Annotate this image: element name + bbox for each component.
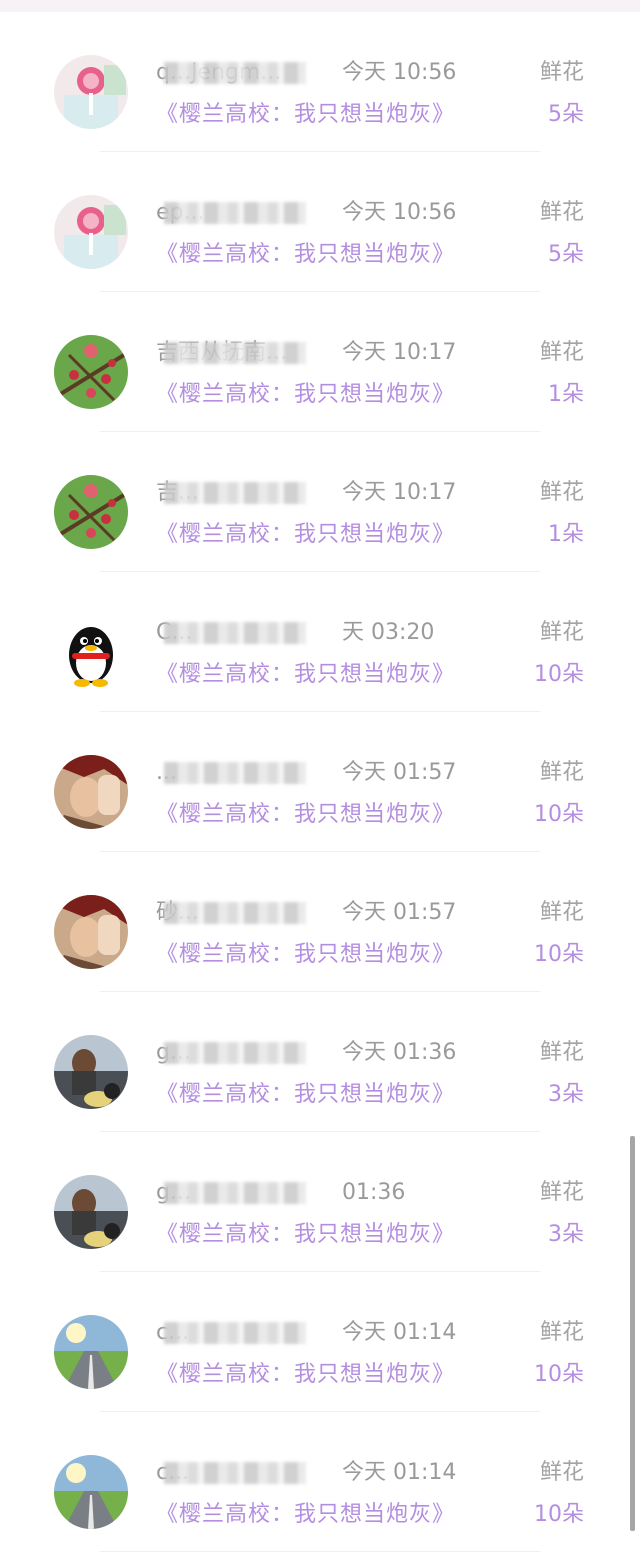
gift-quantity: 10朵 [534, 1502, 584, 1527]
gift-quantity: 10朵 [534, 802, 584, 827]
gift-record-row[interactable]: ep... 今天 10:56 鲜花 《樱兰高校：我只想当炮灰》 5朵 [0, 152, 640, 292]
gift-type-label: 鲜花 [539, 760, 584, 785]
gift-type-label: 鲜花 [539, 60, 584, 85]
timestamp: 今天 01:36 [342, 1040, 457, 1065]
username[interactable]: q...Jengm... [156, 56, 326, 90]
timestamp: 今天 01:14 [342, 1320, 457, 1345]
gift-type-label: 鲜花 [539, 900, 584, 925]
book-title-link[interactable]: 《樱兰高校：我只想当炮灰》 [156, 1358, 455, 1392]
book-title-link[interactable]: 《樱兰高校：我只想当炮灰》 [156, 1218, 455, 1252]
gift-record-row[interactable]: 吉西从抚南... 今天 10:17 鲜花 《樱兰高校：我只想当炮灰》 1朵 [0, 292, 640, 432]
book-title-link[interactable]: 《樱兰高校：我只想当炮灰》 [156, 798, 455, 832]
username[interactable]: C... [156, 616, 326, 650]
username[interactable]: ... [156, 756, 326, 790]
timestamp: 今天 01:14 [342, 1460, 457, 1485]
book-title-link[interactable]: 《樱兰高校：我只想当炮灰》 [156, 658, 455, 692]
book-title-link[interactable]: 《樱兰高校：我只想当炮灰》 [156, 238, 455, 272]
gift-quantity: 10朵 [534, 662, 584, 687]
username[interactable]: g... [156, 1036, 326, 1070]
gift-quantity: 1朵 [548, 522, 584, 547]
username[interactable]: c... [156, 1316, 326, 1350]
timestamp: 今天 01:57 [342, 900, 457, 925]
timestamp: 今天 10:17 [342, 340, 457, 365]
gift-type-label: 鲜花 [539, 1320, 584, 1345]
scrollbar[interactable] [630, 1136, 635, 1531]
timestamp: 今天 10:17 [342, 480, 457, 505]
top-bar [0, 0, 640, 12]
username[interactable]: 吉西从抚南... [156, 336, 326, 370]
gift-record-row[interactable]: C... 天 03:20 鲜花 《樱兰高校：我只想当炮灰》 10朵 [0, 572, 640, 712]
penguin-avatar-icon[interactable] [54, 615, 128, 689]
gift-quantity: 3朵 [548, 1082, 584, 1107]
gift-type-label: 鲜花 [539, 200, 584, 225]
username[interactable]: ep... [156, 196, 326, 230]
flower-branch-avatar-icon[interactable] [54, 475, 128, 549]
username[interactable]: g... [156, 1176, 326, 1210]
book-title-link[interactable]: 《樱兰高校：我只想当炮灰》 [156, 938, 455, 972]
motorcycle-avatar-icon[interactable] [54, 1035, 128, 1109]
gift-type-label: 鲜花 [539, 340, 584, 365]
gift-type-label: 鲜花 [539, 1460, 584, 1485]
gift-quantity: 3朵 [548, 1222, 584, 1247]
username[interactable]: 砂... [156, 896, 326, 930]
gift-record-row[interactable]: 吉... 今天 10:17 鲜花 《樱兰高校：我只想当炮灰》 1朵 [0, 432, 640, 572]
timestamp: 今天 10:56 [342, 200, 457, 225]
flower-branch-avatar-icon[interactable] [54, 335, 128, 409]
anime-character-avatar-icon[interactable] [54, 755, 128, 829]
gift-record-row[interactable]: ... 今天 01:57 鲜花 《樱兰高校：我只想当炮灰》 10朵 [0, 712, 640, 852]
timestamp: 今天 10:56 [342, 60, 457, 85]
motorcycle-avatar-icon[interactable] [54, 1175, 128, 1249]
gift-record-row[interactable]: c... 今天 01:14 鲜花 《樱兰高校：我只想当炮灰》 10朵 [0, 1272, 640, 1412]
lollipop-avatar-icon[interactable] [54, 55, 128, 129]
lollipop-avatar-icon[interactable] [54, 195, 128, 269]
gift-record-row[interactable]: g... 01:36 鲜花 《樱兰高校：我只想当炮灰》 3朵 [0, 1132, 640, 1272]
username[interactable]: c... [156, 1456, 326, 1490]
book-title-link[interactable]: 《樱兰高校：我只想当炮灰》 [156, 1498, 455, 1532]
anime-character-avatar-icon[interactable] [54, 895, 128, 969]
gift-record-row[interactable]: 砂... 今天 01:57 鲜花 《樱兰高校：我只想当炮灰》 10朵 [0, 852, 640, 992]
gift-quantity: 5朵 [548, 242, 584, 267]
gift-record-row[interactable]: q...Jengm... 今天 10:56 鲜花 《樱兰高校：我只想当炮灰》 5… [0, 12, 640, 152]
book-title-link[interactable]: 《樱兰高校：我只想当炮灰》 [156, 98, 455, 132]
gift-record-row[interactable]: c... 今天 01:14 鲜花 《樱兰高校：我只想当炮灰》 10朵 [0, 1412, 640, 1552]
timestamp: 01:36 [342, 1180, 406, 1205]
gift-quantity: 10朵 [534, 1362, 584, 1387]
road-landscape-avatar-icon[interactable] [54, 1315, 128, 1389]
timestamp: 天 03:20 [342, 620, 435, 645]
gift-type-label: 鲜花 [539, 620, 584, 645]
gift-quantity: 5朵 [548, 102, 584, 127]
gift-record-row[interactable]: g... 今天 01:36 鲜花 《樱兰高校：我只想当炮灰》 3朵 [0, 992, 640, 1132]
road-landscape-avatar-icon[interactable] [54, 1455, 128, 1529]
gift-quantity: 1朵 [548, 382, 584, 407]
book-title-link[interactable]: 《樱兰高校：我只想当炮灰》 [156, 378, 455, 412]
book-title-link[interactable]: 《樱兰高校：我只想当炮灰》 [156, 518, 455, 552]
gift-type-label: 鲜花 [539, 480, 584, 505]
timestamp: 今天 01:57 [342, 760, 457, 785]
gift-record-list: q...Jengm... 今天 10:56 鲜花 《樱兰高校：我只想当炮灰》 5… [0, 12, 640, 1552]
book-title-link[interactable]: 《樱兰高校：我只想当炮灰》 [156, 1078, 455, 1112]
gift-type-label: 鲜花 [539, 1040, 584, 1065]
username[interactable]: 吉... [156, 476, 326, 510]
gift-type-label: 鲜花 [539, 1180, 584, 1205]
gift-quantity: 10朵 [534, 942, 584, 967]
